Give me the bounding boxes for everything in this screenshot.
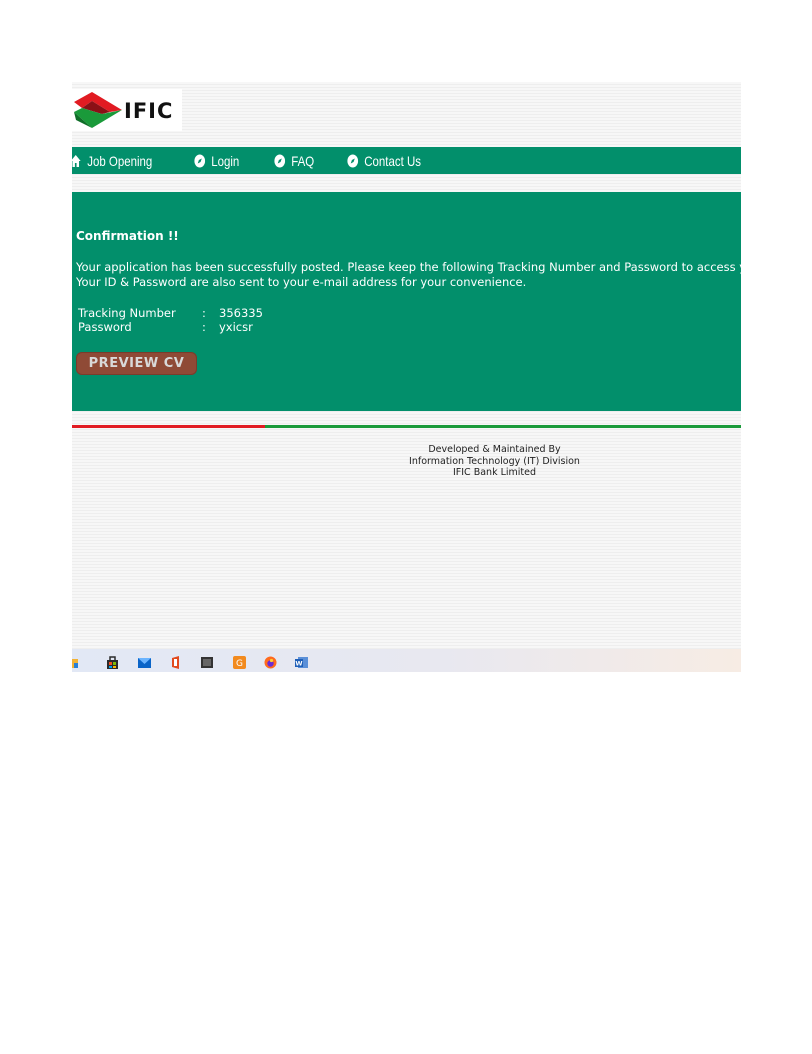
- office-icon[interactable]: [169, 654, 182, 669]
- footer-line-bank: IFIC Bank Limited: [452, 467, 537, 478]
- terminal-icon[interactable]: [201, 654, 214, 668]
- nav-contact-us[interactable]: Contact Us: [347, 153, 421, 169]
- footer-divider-red: [72, 425, 265, 428]
- confirmation-panel: Confirmation !! Your application has bee…: [72, 192, 741, 411]
- file-explorer-icon[interactable]: [72, 654, 85, 668]
- nav-faq-label: FAQ: [290, 152, 314, 169]
- tracking-number-label: Tracking Number: [78, 306, 176, 320]
- site-header: IFIC: [72, 82, 741, 147]
- tracking-number-separator: :: [202, 306, 206, 320]
- firefox-icon[interactable]: [264, 654, 277, 669]
- footer-divider-green: [265, 425, 741, 428]
- site-footer: Developed & Maintained By Information Te…: [372, 444, 617, 479]
- word-icon[interactable]: W: [295, 654, 308, 668]
- nav-contact-us-label: Contact Us: [363, 152, 421, 169]
- nav-job-opening[interactable]: Job Opening: [72, 153, 152, 169]
- svg-text:W: W: [295, 660, 302, 668]
- nav-faq[interactable]: FAQ: [274, 153, 314, 169]
- password-separator: :: [202, 320, 206, 334]
- compass-icon: [274, 154, 285, 168]
- compass-icon: [347, 154, 358, 168]
- confirmation-message-line1: Your application has been successfully p…: [76, 260, 741, 274]
- password-value: yxicsr: [219, 320, 253, 334]
- password-label: Password: [78, 320, 132, 334]
- ific-logo[interactable]: IFIC: [72, 89, 182, 131]
- logo-text: IFIC: [124, 99, 174, 123]
- confirmation-message: Your application has been successfully p…: [76, 260, 741, 290]
- app-icon[interactable]: G: [233, 654, 246, 669]
- footer-line-developed-by: Developed & Maintained By: [428, 444, 561, 455]
- tracking-number-row: Tracking Number:356335: [78, 306, 263, 320]
- footer-line-division: Information Technology (IT) Division: [409, 455, 580, 467]
- svg-text:G: G: [236, 659, 243, 669]
- nav-job-opening-label: Job Opening: [87, 152, 153, 169]
- nav-login[interactable]: Login: [194, 152, 240, 169]
- tracking-number-value: 356335: [219, 306, 263, 320]
- preview-cv-button[interactable]: PREVIEW CV: [76, 352, 197, 375]
- main-nav: Job Opening Login FAQ Contact Us: [72, 147, 741, 174]
- windows-taskbar: G W: [72, 649, 741, 672]
- ific-logo-mark-icon: [74, 92, 122, 128]
- nav-login-label: Login: [211, 152, 240, 169]
- mail-icon[interactable]: [138, 654, 151, 668]
- confirmation-title: Confirmation !!: [76, 229, 179, 243]
- browser-viewport: IFIC Job Opening Login FAQ Contact Us Co…: [72, 82, 741, 672]
- store-icon[interactable]: [106, 654, 119, 669]
- home-icon: [72, 154, 81, 168]
- compass-icon: [194, 154, 206, 168]
- confirmation-message-line2: Your ID & Password are also sent to your…: [76, 275, 527, 289]
- password-row: Password: yxicsr: [78, 320, 253, 334]
